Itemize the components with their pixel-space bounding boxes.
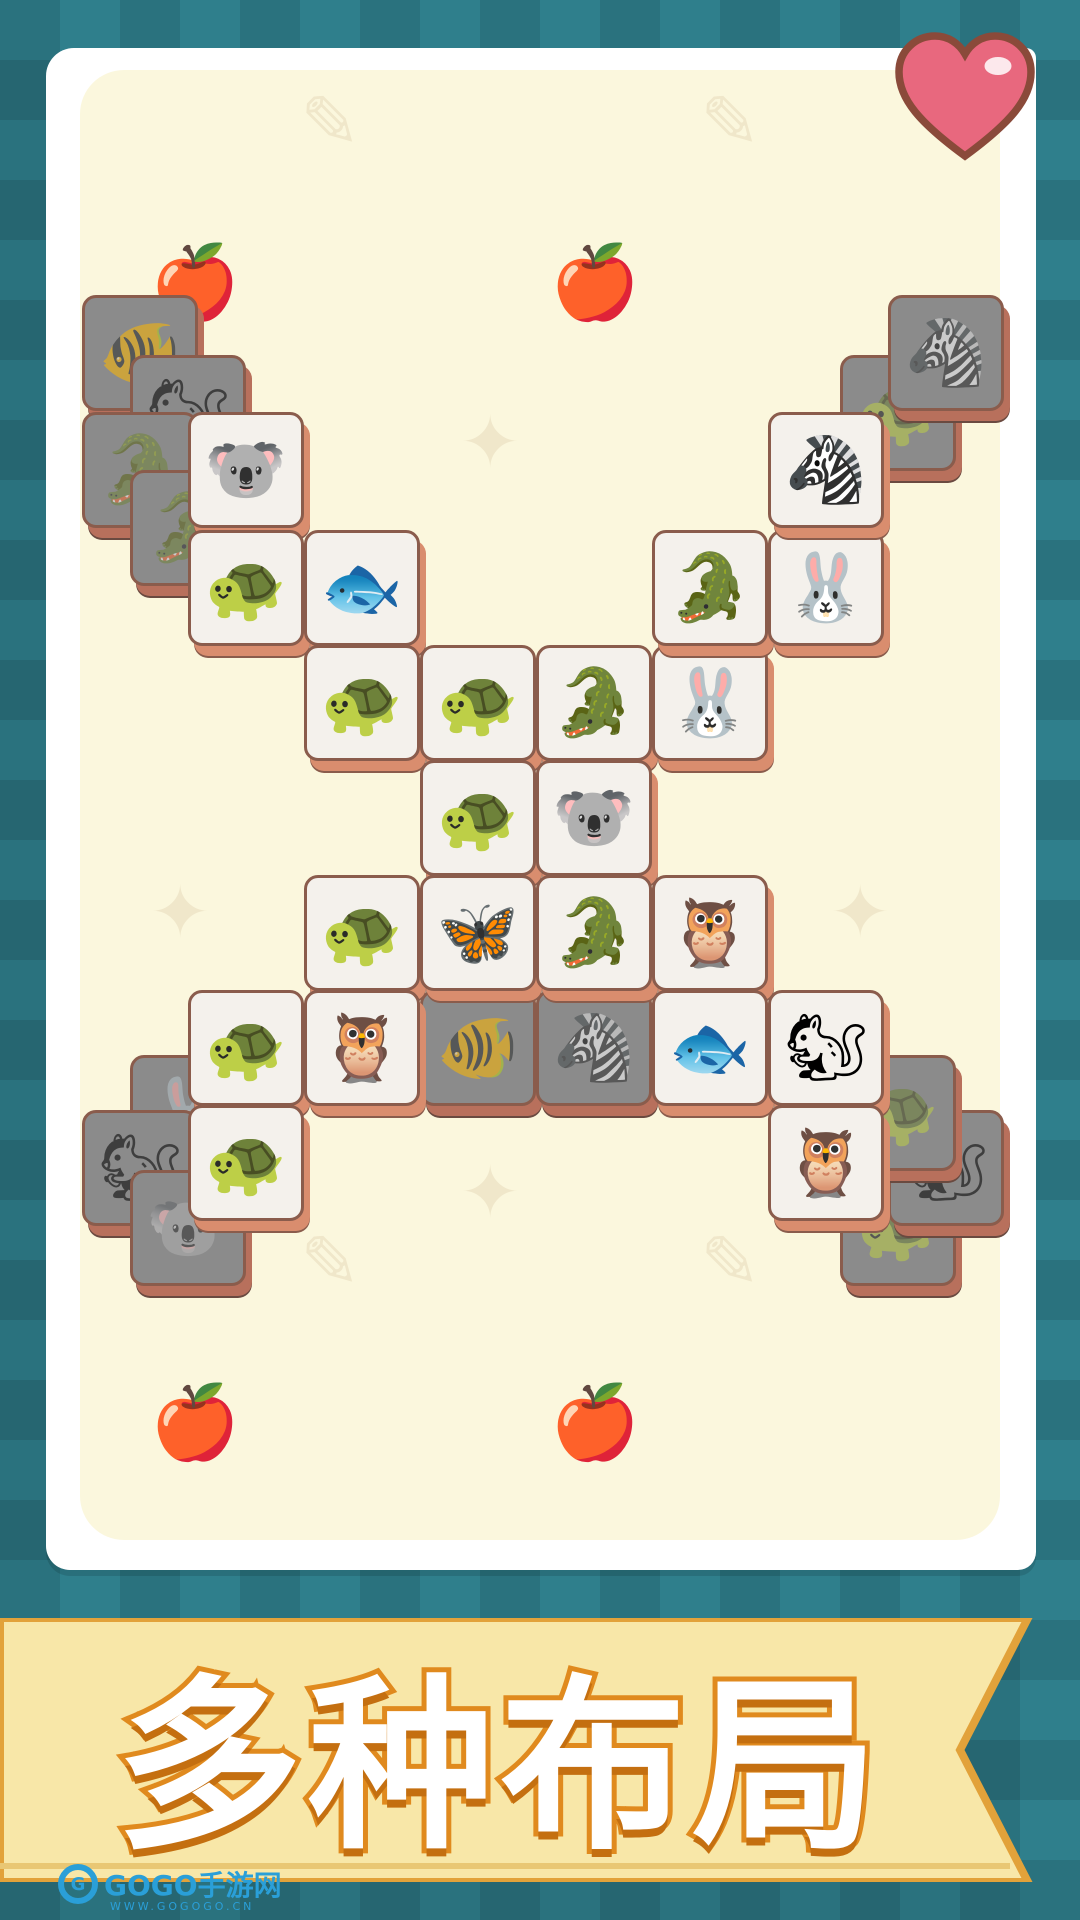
tile-crocodile[interactable]: 🐊 (652, 530, 768, 646)
tile-turtle[interactable]: 🐢 (304, 645, 420, 761)
crocodile-icon: 🐊 (668, 549, 752, 626)
tile-zebra: 🦓 (888, 295, 1004, 411)
banner-title: 多种布局 (111, 1653, 884, 1880)
koala-icon: 🐨 (552, 779, 636, 856)
tile-turtle[interactable]: 🐢 (188, 530, 304, 646)
star-wand-doodle-icon: ✦ (830, 870, 891, 954)
owl-icon: 🦉 (784, 1124, 868, 1201)
turtle-icon: 🐢 (204, 1124, 288, 1201)
tile-turtle[interactable]: 🐢 (188, 1105, 304, 1221)
doodle-icon: ✎ (700, 80, 761, 164)
crocodile-icon: 🐊 (552, 894, 636, 971)
tile-owl[interactable]: 🦉 (304, 990, 420, 1106)
star-wand-doodle-icon: ✦ (460, 400, 521, 484)
tile-zebra: 🦓 (536, 990, 652, 1106)
turtle-icon: 🐢 (204, 1009, 288, 1086)
tile-zebra[interactable]: 🦓 (768, 412, 884, 528)
turtle-icon: 🐢 (320, 894, 404, 971)
apple-doodle-icon: 🍎 (150, 1380, 240, 1464)
squirrel-icon: 🐿 (784, 1009, 868, 1086)
tile-owl[interactable]: 🦉 (652, 875, 768, 991)
tile-fish[interactable]: 🐟 (304, 530, 420, 646)
apple-doodle-icon: 🍎 (550, 1380, 640, 1464)
koala-icon: 🐨 (204, 431, 288, 508)
zebra-icon: 🦓 (552, 1009, 636, 1086)
tile-koala[interactable]: 🐨 (536, 760, 652, 876)
turtle-icon: 🐢 (204, 549, 288, 626)
apple-doodle-icon: 🍎 (550, 240, 640, 324)
tile-turtle[interactable]: 🐢 (420, 645, 536, 761)
fish-icon: 🐟 (668, 1009, 752, 1086)
tile-squirrel[interactable]: 🐿 (768, 990, 884, 1106)
doodle-icon: ✎ (300, 80, 361, 164)
rabbit-icon: 🐰 (668, 664, 752, 741)
tile-owl[interactable]: 🦉 (768, 1105, 884, 1221)
watermark-logo-text: GOGO手游网 (104, 1869, 282, 1902)
doodle-icon: ✎ (300, 1220, 361, 1304)
tile-fish[interactable]: 🐟 (652, 990, 768, 1106)
tile-turtle[interactable]: 🐢 (304, 875, 420, 991)
tile-crocodile[interactable]: 🐊 (536, 875, 652, 991)
tile-fish-striped: 🐠 (420, 990, 536, 1106)
tile-butterfly[interactable]: 🦋 (420, 875, 536, 991)
star-wand-doodle-icon: ✦ (460, 1150, 521, 1234)
crocodile-icon: 🐊 (552, 664, 636, 741)
butterfly-icon: 🦋 (436, 894, 520, 971)
doodle-icon: ✎ (700, 1220, 761, 1304)
owl-icon: 🦉 (668, 894, 752, 971)
logo-icon: G (58, 1864, 98, 1904)
tile-koala[interactable]: 🐨 (188, 412, 304, 528)
tile-turtle[interactable]: 🐢 (188, 990, 304, 1106)
rabbit-icon: 🐰 (784, 549, 868, 626)
tile-rabbit[interactable]: 🐰 (768, 530, 884, 646)
turtle-icon: 🐢 (436, 664, 520, 741)
turtle-icon: 🐢 (320, 664, 404, 741)
heart-icon[interactable] (890, 24, 1040, 174)
turtle-icon: 🐢 (436, 779, 520, 856)
tile-crocodile[interactable]: 🐊 (536, 645, 652, 761)
tile-rabbit[interactable]: 🐰 (652, 645, 768, 761)
zebra-icon: 🦓 (784, 431, 868, 508)
watermark-site-text: WWW.GOGOGO.CN (110, 1900, 255, 1913)
tile-turtle[interactable]: 🐢 (420, 760, 536, 876)
fish-icon: 🐟 (320, 549, 404, 626)
fish-striped-icon: 🐠 (436, 1009, 520, 1086)
star-wand-doodle-icon: ✦ (150, 870, 211, 954)
zebra-icon: 🦓 (904, 314, 988, 391)
owl-icon: 🦉 (320, 1009, 404, 1086)
